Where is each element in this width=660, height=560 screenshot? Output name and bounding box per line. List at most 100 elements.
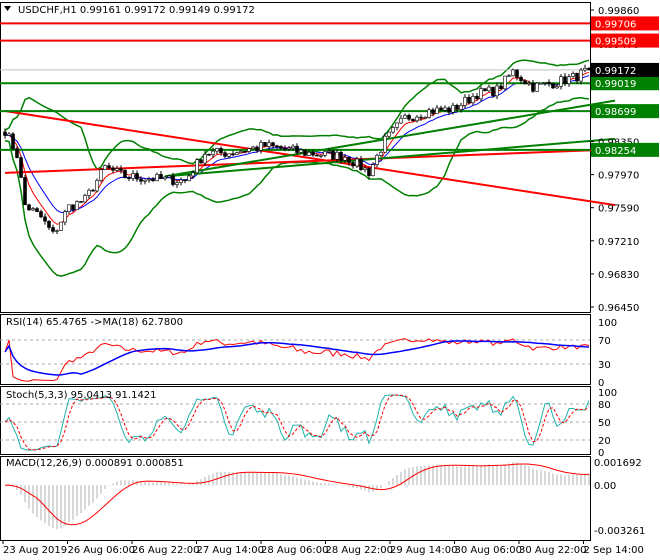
candle-body — [51, 227, 55, 232]
candle-body — [543, 81, 547, 84]
candle-body — [563, 76, 567, 85]
price-tick-label: 0.96450 — [598, 303, 639, 314]
candle-body — [155, 174, 159, 182]
dropdown-triangle-icon[interactable] — [4, 6, 11, 11]
candle-body — [243, 151, 247, 153]
candle-body — [295, 145, 299, 153]
candle-body — [71, 204, 75, 211]
level-price-label: 0.98254 — [595, 146, 636, 157]
candle-body — [195, 159, 199, 174]
candle-body — [427, 109, 431, 118]
time-label: 28 Aug 06:00 — [261, 545, 328, 556]
candle-body — [343, 156, 347, 161]
candle-body — [59, 221, 63, 231]
candle-body — [279, 146, 283, 149]
candle-body — [519, 76, 523, 81]
candle-body — [7, 133, 11, 136]
candle-body — [79, 201, 83, 203]
candle-body — [575, 73, 579, 82]
candle-body — [327, 150, 331, 153]
candle-body — [159, 174, 163, 179]
candle-body — [587, 67, 591, 71]
candle-body — [455, 104, 459, 110]
candle-body — [83, 195, 87, 203]
candle-body — [439, 107, 443, 111]
time-label: 27 Aug 14:00 — [197, 545, 264, 556]
candle-body — [167, 175, 171, 178]
stoch-tick-label: 80 — [598, 400, 611, 411]
chart-svg[interactable]: USDCHF,H1 0.99161 0.99172 0.99149 0.9917… — [0, 0, 660, 560]
candle-body — [139, 178, 143, 182]
candle-body — [259, 142, 263, 151]
candle-body — [471, 96, 475, 104]
candle-body — [487, 86, 491, 92]
stoch-tick-label: 100 — [598, 388, 617, 399]
candle-body — [255, 146, 259, 151]
candle-body — [411, 118, 415, 122]
time-label: 2 Sep 14:00 — [584, 545, 644, 556]
level-price-label: 0.99509 — [595, 37, 636, 48]
candle-body — [15, 148, 19, 158]
candle-body — [443, 107, 447, 111]
candle-body — [567, 76, 571, 85]
candle-body — [347, 156, 351, 163]
candle-body — [451, 104, 455, 113]
time-label: 26 Aug 06:00 — [68, 545, 135, 556]
candle-body — [35, 208, 39, 212]
candle-body — [239, 151, 243, 154]
candle-body — [483, 88, 487, 92]
candle-body — [407, 114, 411, 120]
candle-body — [403, 114, 407, 119]
candle-body — [531, 82, 535, 92]
candle-body — [311, 151, 315, 156]
macd-tick-label: 0.00 — [594, 481, 616, 492]
candle-body — [331, 150, 335, 160]
chart-window[interactable]: USDCHF,H1 0.99161 0.99172 0.99149 0.9917… — [0, 0, 660, 560]
candle-body — [263, 142, 267, 147]
candle-body — [479, 88, 483, 100]
chart-title: USDCHF,H1 0.99161 0.99172 0.99149 0.9917… — [18, 5, 255, 16]
candle-body — [571, 73, 575, 77]
candle-body — [447, 107, 451, 113]
candle-body — [123, 170, 127, 178]
candle-body — [511, 69, 515, 77]
candle-body — [63, 211, 67, 223]
price-tick-label: 0.99860 — [598, 6, 639, 17]
candle-body — [119, 168, 123, 171]
level-price-label: 0.98699 — [595, 107, 636, 118]
candle-body — [551, 83, 555, 89]
candle-body — [315, 154, 319, 157]
rsi-label: RSI(14) 65.4765 ->MA(18) 62.7800 — [6, 317, 183, 328]
candle-body — [87, 189, 91, 196]
rsi-tick-label: 100 — [598, 318, 617, 329]
time-label: 29 Aug 14:00 — [390, 545, 457, 556]
candle-body — [187, 175, 191, 181]
candle-body — [507, 75, 511, 78]
candle-body — [111, 167, 115, 171]
candle-body — [555, 86, 559, 89]
candle-body — [135, 173, 139, 180]
candle-body — [359, 158, 363, 171]
candle-body — [203, 153, 207, 164]
candle-body — [579, 69, 583, 82]
candle-body — [55, 230, 59, 232]
candle-body — [339, 151, 343, 161]
candle-body — [539, 82, 543, 85]
candle-body — [535, 82, 539, 92]
candle-body — [75, 201, 79, 211]
stoch-tick-label: 50 — [598, 418, 611, 429]
candle-body — [323, 151, 327, 156]
candle-body — [127, 177, 131, 179]
candle-body — [387, 131, 391, 137]
time-label: 30 Aug 06:00 — [455, 545, 522, 556]
candle-body — [91, 189, 95, 192]
candle-body — [467, 97, 471, 104]
candle-body — [523, 80, 527, 85]
candle-body — [383, 135, 387, 153]
candle-body — [199, 159, 203, 164]
candle-body — [47, 220, 51, 228]
candle-body — [23, 177, 27, 206]
price-tick-label: 0.96830 — [598, 270, 639, 281]
candle-body — [499, 85, 503, 90]
candle-body — [27, 204, 31, 211]
